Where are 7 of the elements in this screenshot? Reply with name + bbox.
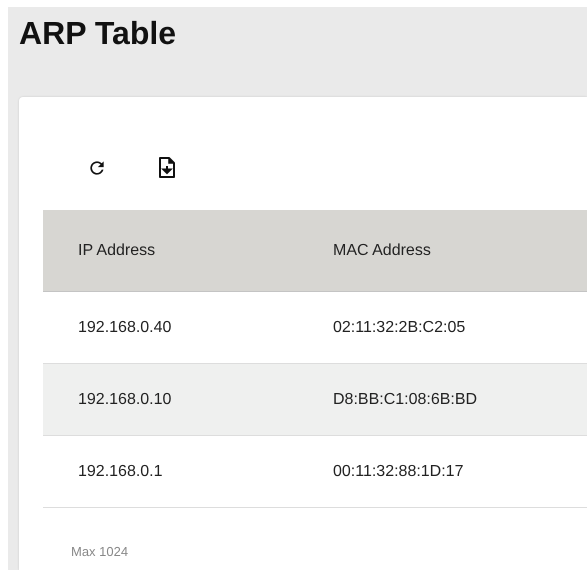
page-title: ARP Table [19, 14, 178, 53]
table-cell: 192.168.0.1 [43, 436, 298, 508]
table-cell: 00:11:32:88:1D:17 [298, 436, 587, 508]
column-header: IP Address [43, 210, 298, 292]
file-download-icon [158, 157, 176, 179]
column-header: MAC Address [298, 210, 587, 292]
max-entries-note: Max 1024 [70, 543, 130, 559]
